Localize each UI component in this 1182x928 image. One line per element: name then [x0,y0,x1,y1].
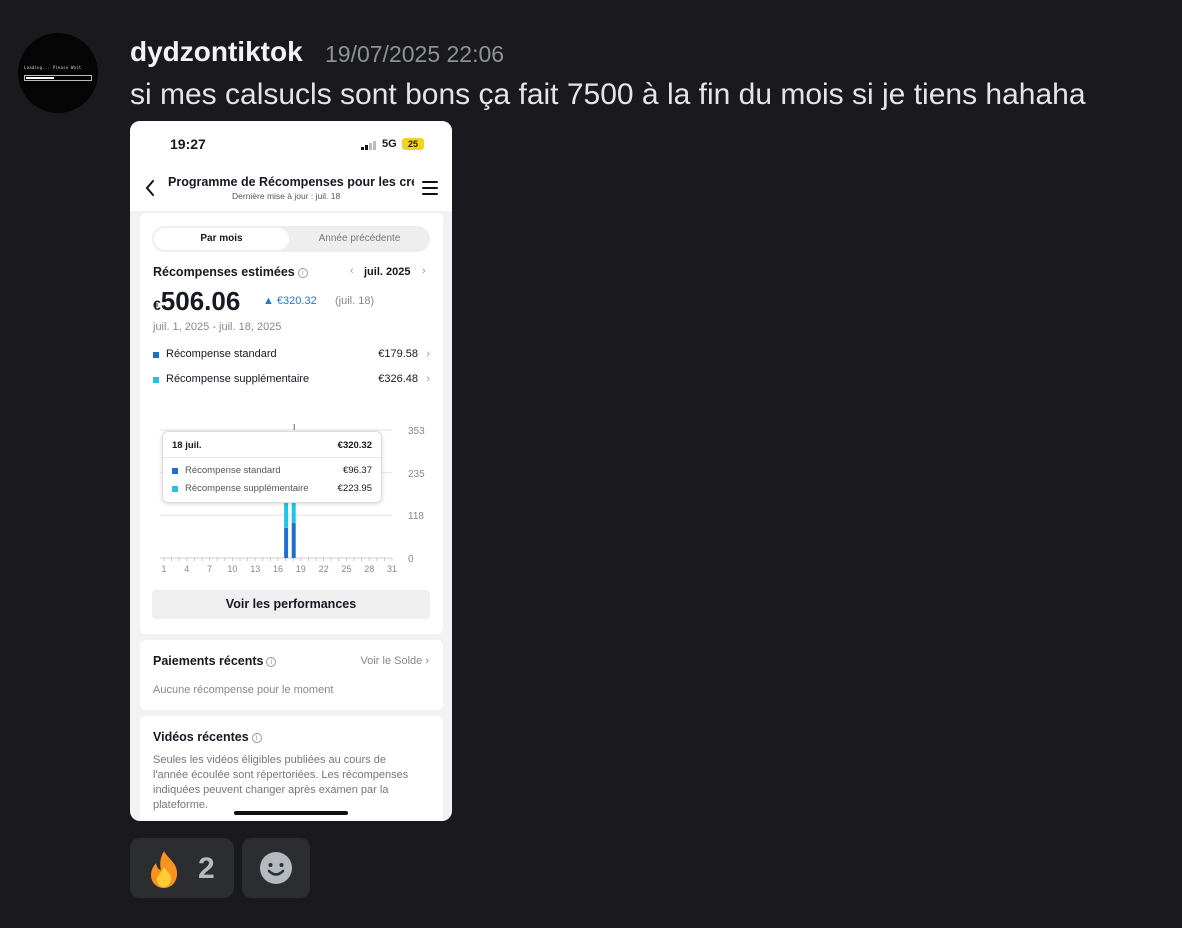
info-icon[interactable]: i [251,733,262,743]
tooltip-extra-row: Récompense supplémentaire €223.95 [172,483,372,495]
page-subtitle: Dernière mise à jour : juil. 18 [232,191,341,201]
total-value: 506.06 [160,286,241,316]
standard-reward-label: Récompense standard [166,348,277,360]
x-tick-label: 7 [207,564,212,574]
username[interactable]: dydzontiktok [130,36,303,68]
x-tick-label: 16 [273,564,283,574]
y-tick-label: 118 [408,511,424,522]
user-avatar[interactable]: Loading... Please Wait [18,33,98,113]
chevron-right-icon: › [426,348,430,360]
tab-monthly[interactable]: Par mois [154,228,289,250]
phone-nav-bar: Programme de Récompenses pour les cré De… [130,165,452,211]
chart-tooltip: 18 juil. €320.32 Récompense standard €96… [162,431,382,503]
standard-reward-amount: €179.58 [378,348,418,360]
y-tick-label: 353 [408,426,425,437]
tooltip-standard-label: Récompense standard [185,465,281,476]
battery-icon: 25 [402,138,424,150]
view-performance-button[interactable]: Voir les performances [152,590,430,619]
recent-payments-title-text: Paiements récents [153,654,264,668]
bar-standard [284,527,289,558]
fire-icon [151,851,178,888]
x-tick-label: 22 [319,564,329,574]
x-tick-label: 28 [364,564,374,574]
message-timestamp: 19/07/2025 22:06 [325,41,505,67]
standard-reward-row[interactable]: Récompense standard €179.58 › [153,348,430,364]
message-content: si mes calsucls sont bons ça fait 7500 à… [130,78,1086,111]
view-balance-link[interactable]: Voir le Solde › [361,655,430,667]
fire-reaction[interactable]: 2 [130,838,234,898]
x-tick-label: 19 [296,564,306,574]
tooltip-extra-amount: €223.95 [337,483,372,494]
delta-date: (juil. 18) [335,295,375,307]
recent-videos-title-text: Vidéos récentes [153,730,249,744]
bar-standard [291,523,296,558]
tooltip-standard-row: Récompense standard €96.37 [172,465,372,477]
rewards-title: Récompenses estimées i [153,265,308,279]
x-tick-label: 25 [341,564,351,574]
menu-icon[interactable] [422,181,438,195]
recent-videos-card: Vidéos récentes i Seules les vidéos éligi… [140,716,443,821]
extra-color-dot [153,377,159,383]
info-icon[interactable]: i [266,657,277,667]
status-time: 19:27 [170,136,206,152]
next-month-icon[interactable]: › [422,265,426,277]
tooltip-date: 18 juil. [172,440,202,451]
month-label: juil. 2025 [364,266,411,278]
page-title: Programme de Récompenses pour les cré [168,175,414,189]
tab-previous-year[interactable]: Année précédente [292,228,427,250]
back-arrow-icon[interactable] [144,178,156,198]
reaction-count: 2 [198,852,215,885]
phone-status-bar: 19:27 5G 25 [130,121,452,165]
previous-month-icon[interactable]: ‹ [350,265,354,277]
estimated-total: €506.06 [153,286,240,317]
period-tabs: Par mois Année précédente [152,226,430,252]
x-tick-label: 4 [184,564,189,574]
currency-symbol: € [153,297,161,313]
recent-payments-title: Paiements récents i [153,654,277,668]
date-range: juil. 1, 2025 - juil. 18, 2025 [153,321,282,333]
payments-empty-state: Aucune récompense pour le moment [153,684,334,696]
signal-icon [361,140,377,150]
tooltip-standard-amount: €96.37 [342,465,372,476]
x-tick-label: 1 [161,564,166,574]
y-tick-label: 0 [408,554,414,565]
rewards-card: Par mois Année précédente Récompenses es… [140,213,443,634]
home-indicator [234,811,348,815]
extra-reward-amount: €326.48 [378,373,418,385]
attached-screenshot[interactable]: 19:27 5G 25 Programme de Récompenses pou… [130,121,452,821]
standard-color-dot [153,352,159,358]
avatar-text: Loading... Please Wait [24,65,82,70]
recent-videos-description: Seules les vidéos éligibles publiées au … [153,754,409,811]
chevron-right-icon: › [425,655,429,667]
smile-icon [260,852,292,884]
x-tick-label: 31 [387,564,397,574]
tooltip-total: €320.32 [337,440,372,451]
network-label: 5G [382,138,397,150]
extra-reward-row[interactable]: Récompense supplémentaire €326.48 › [153,373,430,389]
y-tick-label: 235 [408,469,425,480]
x-tick-label: 10 [227,564,237,574]
recent-videos-title: Vidéos récentes i [153,730,262,744]
chevron-right-icon: › [426,373,430,385]
add-reaction-button[interactable] [242,838,310,898]
extra-reward-label: Récompense supplémentaire [166,373,310,385]
avatar-loading-bar [24,75,92,81]
tooltip-extra-label: Récompense supplémentaire [185,483,309,494]
info-icon[interactable]: i [297,268,308,278]
view-balance-text: Voir le Solde [360,655,423,667]
daily-delta: ▲ €320.32 [263,295,317,307]
x-tick-label: 13 [250,564,260,574]
recent-payments-card: Paiements récents i Voir le Solde › Aucun… [140,640,443,710]
rewards-title-text: Récompenses estimées [153,265,295,279]
